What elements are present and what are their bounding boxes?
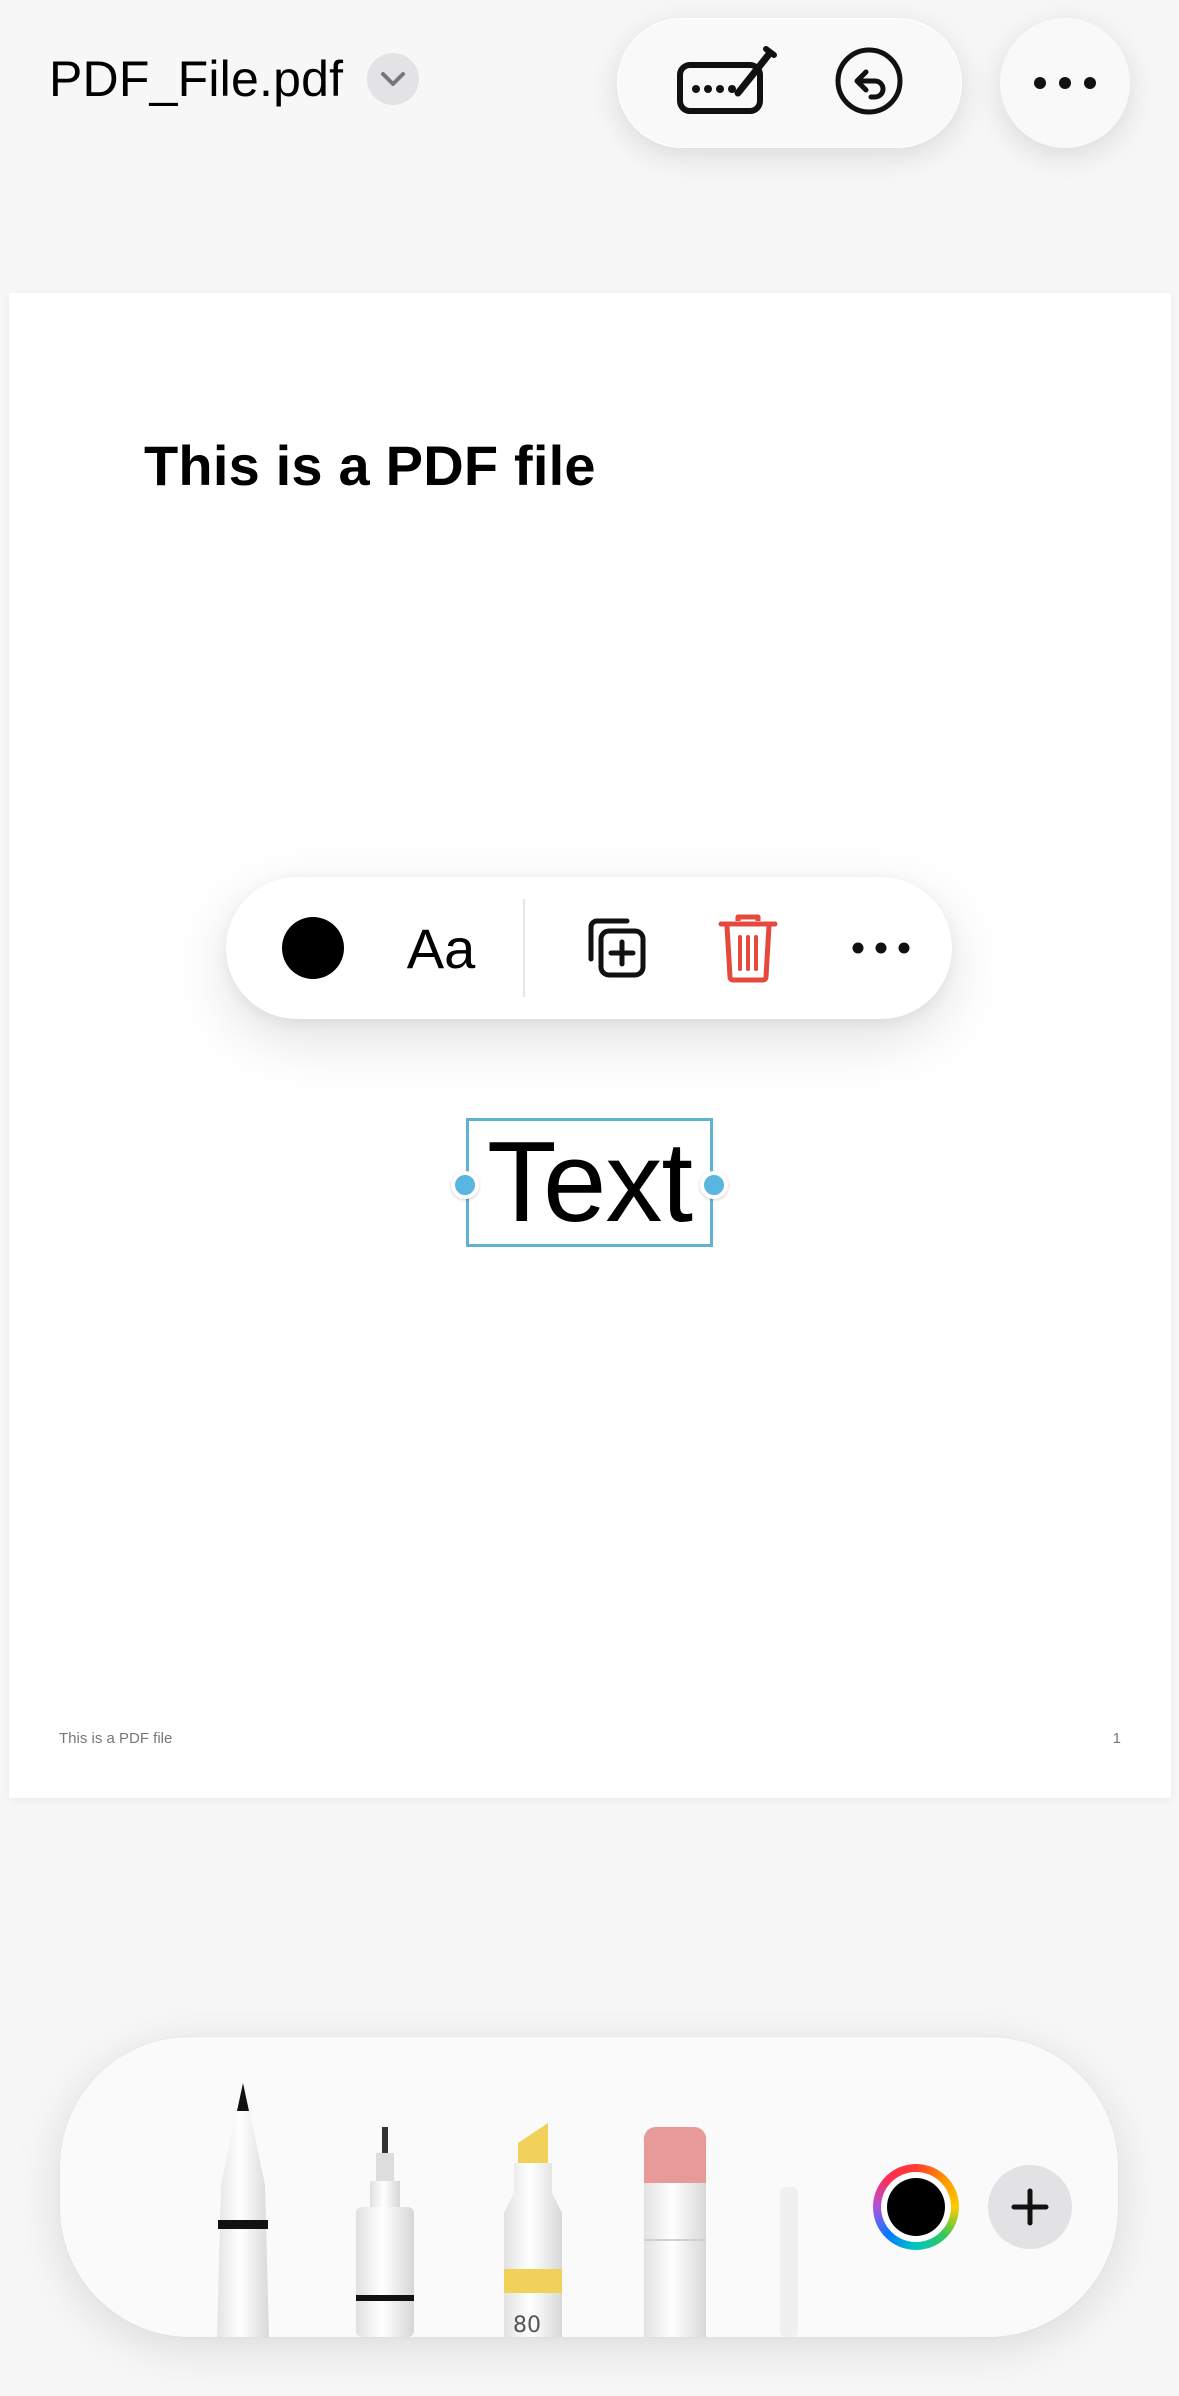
tool-palette: 80 (60, 2037, 1118, 2337)
font-button[interactable]: Aa (376, 877, 506, 1019)
page-number: 1 (1112, 1730, 1121, 1747)
document-title-button[interactable]: PDF_File.pdf (49, 50, 420, 108)
page-footer-text: This is a PDF file (59, 1730, 173, 1747)
markup-pencil-icon[interactable] (674, 45, 778, 122)
undo-icon[interactable] (833, 45, 905, 122)
screen: PDF_File.pdf This is a PDF file This is … (0, 0, 1179, 2396)
color-button[interactable] (258, 877, 368, 1019)
duplicate-button[interactable] (561, 877, 671, 1019)
resize-handle-right[interactable] (700, 1171, 728, 1199)
text-annotation[interactable]: Text (451, 1118, 728, 1247)
menu-divider (523, 899, 525, 997)
duplicate-icon (588, 918, 646, 978)
ellipsis-icon (1034, 77, 1096, 89)
highlighter-tool[interactable] (496, 2123, 572, 2337)
resize-handle-left[interactable] (451, 1171, 479, 1199)
color-dot-icon (282, 917, 344, 979)
markup-toolbar-group (617, 18, 962, 148)
highlighter-size-label: 80 (513, 2313, 541, 2337)
ruler-tool[interactable] (778, 2187, 800, 2337)
fineliner-tool[interactable] (348, 2127, 422, 2337)
color-picker-button[interactable] (873, 2164, 959, 2250)
font-label: Aa (406, 916, 476, 980)
text-annotation-content[interactable]: Text (487, 1125, 693, 1240)
current-color-swatch (887, 2178, 945, 2236)
pdf-page: This is a PDF file This is a PDF file 1 (9, 293, 1171, 1798)
chevron-down-icon[interactable] (367, 53, 420, 105)
annotation-context-menu: Aa (226, 877, 952, 1019)
delete-button[interactable] (693, 877, 803, 1019)
more-options-button[interactable] (1000, 18, 1130, 148)
plus-icon (1011, 2188, 1049, 2226)
context-more-button[interactable] (826, 877, 936, 1019)
document-name: PDF_File.pdf (49, 51, 344, 107)
eraser-tool[interactable] (640, 2125, 710, 2337)
add-tool-button[interactable] (988, 2165, 1072, 2249)
page-heading: This is a PDF file (144, 434, 596, 497)
pen-tool[interactable] (207, 2079, 279, 2337)
trash-icon (718, 914, 778, 983)
ellipsis-icon (852, 942, 910, 954)
color-picker-ring (881, 2172, 951, 2242)
